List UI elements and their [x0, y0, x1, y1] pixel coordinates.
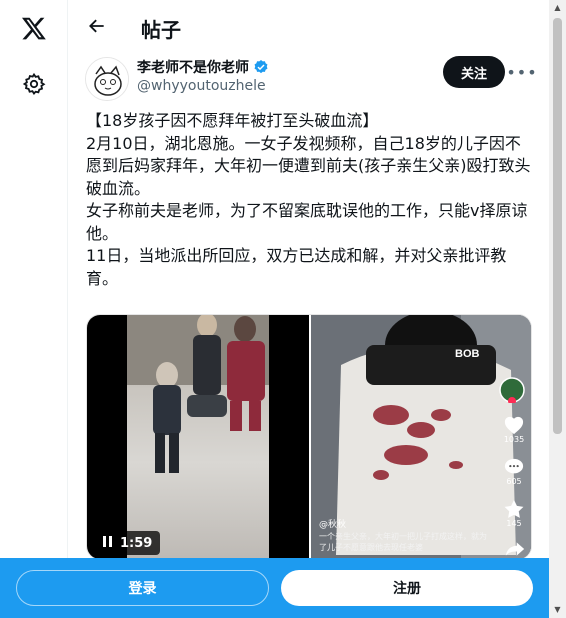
- comment-count: 605: [506, 477, 522, 486]
- author-name[interactable]: 李老师不是你老师: [137, 57, 269, 77]
- post-text: 【18岁孩子因不愿拜年被打至头破血流】 2月10日，湖北恩施。一女子发视频称，自…: [86, 110, 536, 290]
- comment-bubble-icon[interactable]: 605: [503, 457, 525, 486]
- scroll-thumb[interactable]: [553, 18, 562, 434]
- pause-icon[interactable]: [103, 535, 112, 551]
- x-logo-icon[interactable]: [16, 10, 52, 46]
- scroll-up-arrow-icon[interactable]: ▲: [552, 2, 563, 13]
- post-paragraph: 11日，当地派出所回应，双方已达成和解，并对父亲批评教育。: [86, 246, 507, 288]
- post-paragraph: 女子称前夫是老师，为了不留案底耽误他的工作，只能v择原谅他。: [86, 201, 528, 243]
- author-row: 李老师不是你老师 @whyyoutouzhele 关注 •••: [69, 53, 549, 103]
- photo-caption-text: 一个亲生父亲，大年初一把儿子打成这样，就为了儿子不愿意跟他去现任老婆: [319, 532, 487, 552]
- verified-badge-icon: [253, 59, 269, 75]
- page-title: 帖子: [141, 18, 181, 42]
- main-column: 帖子 李老师不是你老师 @whyyoutouzhele 关注 ••• 【18岁孩…: [69, 0, 549, 618]
- post-header: 帖子: [69, 0, 549, 53]
- photo-thumbnail[interactable]: BOB 1035 605 145 @秋秋 一个亲生父亲，大年初一把儿子打成这样，…: [311, 315, 531, 559]
- post-paragraph-headline: 【18岁孩子因不愿拜年被打至头破血流】: [86, 111, 379, 130]
- settings-gear-icon[interactable]: [16, 66, 52, 102]
- avatar[interactable]: [85, 57, 129, 101]
- favorite-count: 145: [506, 519, 522, 528]
- video-scene-image: [127, 315, 269, 559]
- left-rail: [0, 0, 68, 618]
- photo-caption-user: @秋秋: [319, 520, 347, 530]
- video-time: 1:59: [120, 535, 153, 551]
- author-handle[interactable]: @whyyoutouzhele: [137, 78, 266, 94]
- video-time-badge[interactable]: 1:59: [95, 531, 161, 555]
- jacket-text: BOB: [455, 348, 480, 360]
- follow-button[interactable]: 关注: [443, 56, 505, 88]
- creator-avatar-icon[interactable]: [499, 377, 525, 403]
- share-arrow-icon[interactable]: [505, 541, 525, 557]
- signup-button[interactable]: 注册: [281, 570, 533, 606]
- favorite-star-icon[interactable]: 145: [503, 499, 525, 528]
- back-arrow-icon[interactable]: [83, 12, 111, 40]
- media-grid: 1:59 BOB 1035 605 145 @秋秋 一个亲生父亲，大年初一把儿子…: [86, 314, 532, 560]
- scroll-down-arrow-icon[interactable]: ▼: [552, 604, 563, 615]
- post-paragraph: 2月10日，湖北恩施。一女子发视频称，自己18岁的儿子因不愿到后妈家拜年，大年初…: [86, 133, 531, 198]
- like-heart-icon[interactable]: 1035: [503, 415, 525, 444]
- login-button[interactable]: 登录: [16, 570, 269, 606]
- more-options-icon[interactable]: •••: [506, 59, 536, 85]
- scrollbar[interactable]: ▲ ▼: [549, 0, 566, 618]
- author-name-text[interactable]: 李老师不是你老师: [137, 57, 249, 77]
- video-thumbnail[interactable]: 1:59: [87, 315, 309, 559]
- bottom-auth-bar: 登录 注册: [0, 558, 549, 618]
- like-count: 1035: [503, 435, 525, 444]
